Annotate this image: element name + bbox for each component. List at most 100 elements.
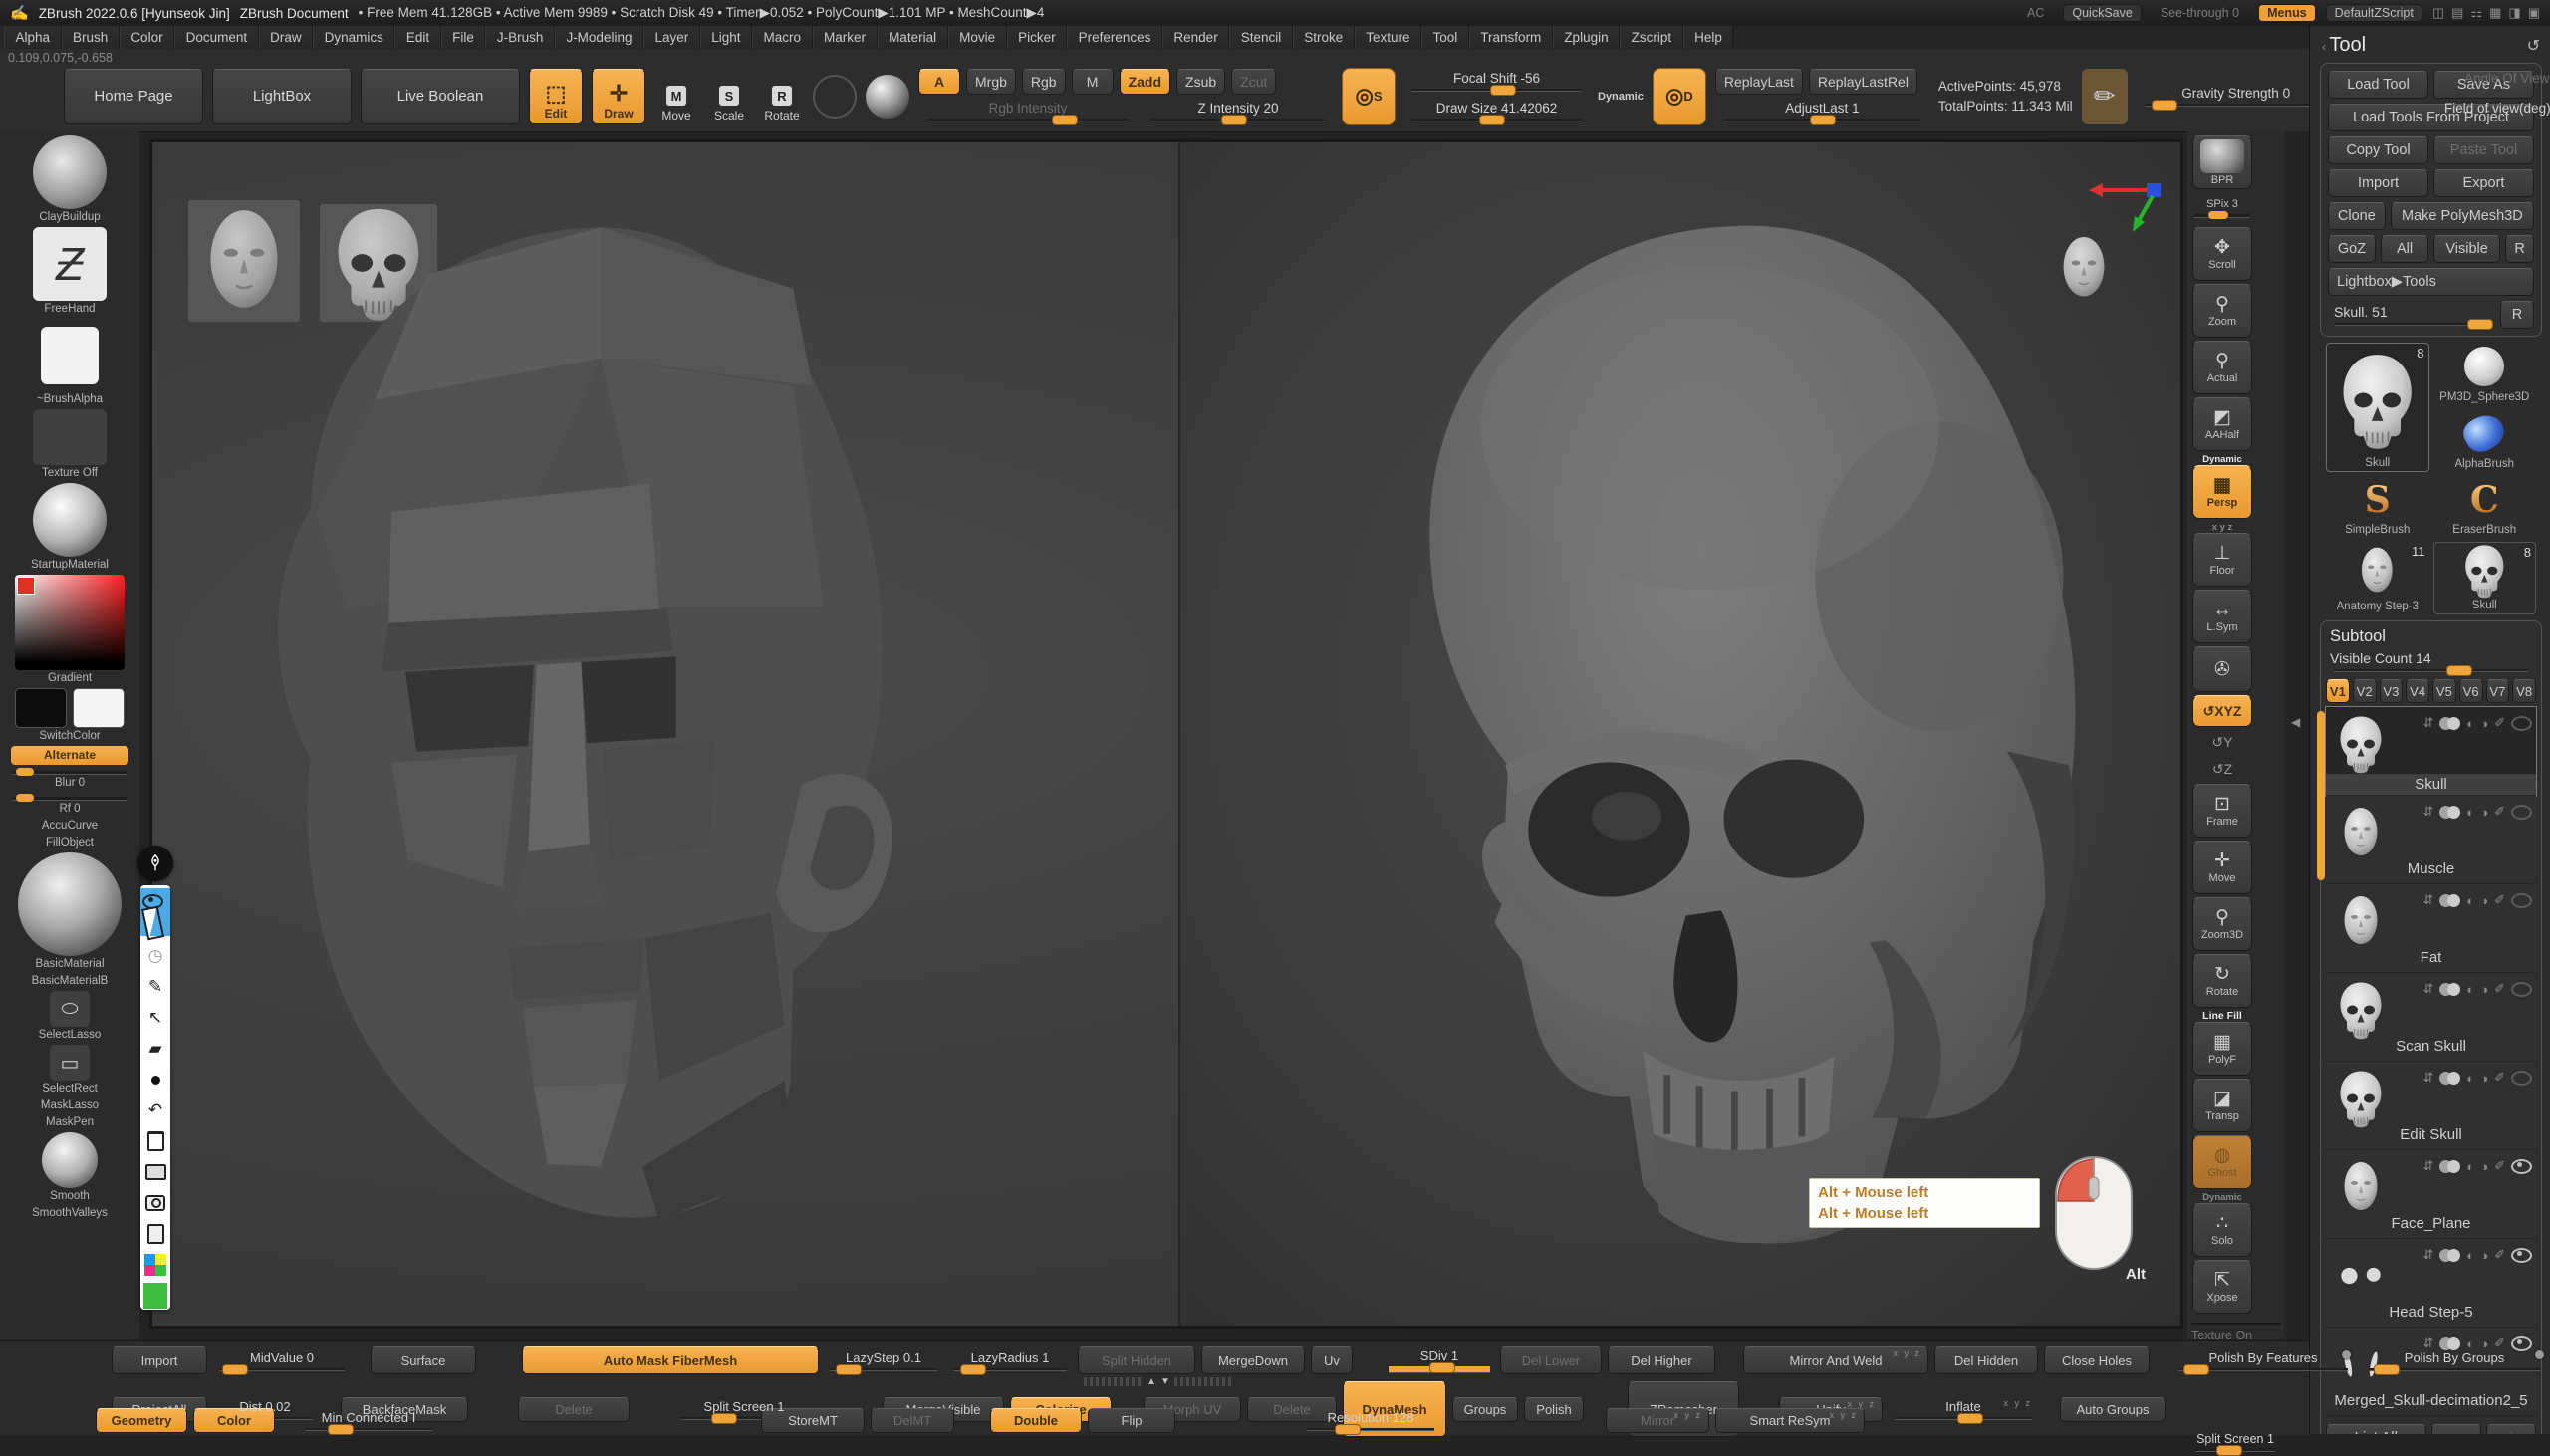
tool-thumbnail[interactable]: Ϲ EraserBrush: [2433, 476, 2537, 538]
channel-toggle[interactable]: Mrgb: [966, 69, 1016, 95]
flip-icon[interactable]: ⇵: [2422, 1247, 2433, 1263]
move-button[interactable]: M Move: [654, 67, 698, 125]
brush-icon[interactable]: ✐: [2494, 1247, 2505, 1263]
subtool-row[interactable]: ⇵ ◐ ◑ ✐ Edit Skull: [2326, 1062, 2536, 1150]
mirror-button[interactable]: x y zMirror: [1606, 1408, 1709, 1433]
tray-item[interactable]: FreeHand: [6, 227, 133, 317]
shelf-button[interactable]: ◍ Ghost: [2191, 1135, 2253, 1189]
subtool-row-icons[interactable]: ⇵ ◐ ◑ ✐: [2422, 804, 2532, 820]
stroke-icon[interactable]: ◎S: [1342, 68, 1396, 125]
eraser-tool-icon[interactable]: ▰: [143, 1038, 167, 1060]
home-page-button[interactable]: Home Page: [64, 69, 203, 124]
flip-icon[interactable]: ⇵: [2422, 804, 2433, 820]
default-zscript-button[interactable]: DefaultZScript: [2326, 4, 2422, 22]
tray-icon[interactable]: ⚏: [2470, 5, 2482, 21]
goz-all-button[interactable]: All: [2381, 235, 2428, 263]
tray-item[interactable]: SelectRect: [6, 1045, 133, 1096]
whiteboard-icon[interactable]: [143, 1161, 167, 1183]
menu-item[interactable]: Macro: [752, 26, 813, 49]
shelf-button[interactable]: ↺Y: [2191, 730, 2253, 754]
surface-button[interactable]: Surface: [371, 1346, 476, 1374]
tool-thumbnail[interactable]: AlphaBrush: [2433, 409, 2537, 472]
channel-toggle[interactable]: A: [918, 69, 960, 95]
tray-item[interactable]: SmoothValleys: [6, 1206, 133, 1221]
subtool-row-icons[interactable]: ⇵ ◐ ◑ ✐: [2422, 1158, 2532, 1174]
clone-button[interactable]: Clone: [2328, 202, 2386, 230]
shelf-button[interactable]: ◩ AAHalf: [2191, 397, 2253, 451]
subtool-row[interactable]: ⇵ ◐ ◑ ✐ Head Step-5: [2326, 1239, 2536, 1328]
gravity-pencil-icon[interactable]: ✏: [2082, 69, 2128, 124]
flip-icon[interactable]: ⇵: [2422, 981, 2433, 997]
channel-toggle[interactable]: Zsub: [1176, 69, 1225, 95]
shade-icon[interactable]: ◐: [2466, 982, 2474, 997]
quicksave-button[interactable]: QuickSave: [2063, 4, 2141, 22]
brush-icon[interactable]: ✐: [2494, 715, 2505, 731]
shelf-button[interactable]: BPR: [2191, 135, 2253, 189]
del-hidden-button[interactable]: Del Hidden: [1934, 1346, 2038, 1374]
current-material-icon[interactable]: [866, 75, 909, 119]
version-tab[interactable]: V5: [2432, 679, 2456, 703]
channel-toggle[interactable]: Zadd: [1120, 69, 1170, 95]
tray-item[interactable]: FillObject: [6, 836, 133, 850]
shelf-button[interactable]: ⚲ Zoom3D: [2191, 897, 2253, 951]
shelf-button[interactable]: Dynamic ∴ Solo: [2191, 1192, 2253, 1257]
rgb-intensity-slider[interactable]: Rgb Intensity: [918, 99, 1138, 124]
contrast-icon[interactable]: ◑: [2480, 1159, 2488, 1174]
del-lower-button[interactable]: Del Lower: [1500, 1346, 1602, 1374]
menu-item[interactable]: Picker: [1007, 26, 1068, 49]
menu-item[interactable]: Alpha: [4, 26, 62, 49]
contrast-icon[interactable]: ◑: [2480, 1071, 2488, 1086]
brush-size-dot-icon[interactable]: [143, 1069, 167, 1091]
shelf-button[interactable]: Dynamic ▦ Persp: [2191, 454, 2253, 519]
contrast-icon[interactable]: ◑: [2480, 982, 2488, 997]
export-button[interactable]: Export: [2433, 169, 2534, 197]
gravity-strength-slider[interactable]: Gravity Strength 0: [2137, 84, 2336, 110]
cursor-tool-icon[interactable]: [140, 912, 164, 934]
flip-icon[interactable]: ⇵: [2422, 1158, 2433, 1174]
tray-item[interactable]: BasicMaterial: [6, 852, 133, 972]
shelf-button[interactable]: ✥ Scroll: [2191, 227, 2253, 281]
polypaint-icon[interactable]: [2439, 717, 2460, 730]
rotate-button[interactable]: R Rotate: [760, 67, 804, 125]
shelf-button[interactable]: ↺Z: [2191, 757, 2253, 781]
tray-icon[interactable]: ▤: [2451, 5, 2463, 21]
z-intensity-slider[interactable]: Z Intensity 20: [1144, 99, 1333, 124]
contrast-icon[interactable]: ◑: [2480, 1248, 2488, 1263]
tray-item[interactable]: SwitchColor: [6, 688, 133, 744]
tool-thumbnail[interactable]: 8 Skull: [2326, 343, 2429, 472]
min-connected-slider[interactable]: Min Connected I: [299, 1408, 438, 1433]
shelf-button[interactable]: x y z ⊥ Floor: [2191, 522, 2253, 587]
copy-tool-button[interactable]: Copy Tool: [2328, 136, 2428, 164]
brush-icon[interactable]: ✐: [2494, 804, 2505, 820]
goz-visible-button[interactable]: Visible: [2433, 235, 2500, 263]
import-button[interactable]: Import: [112, 1346, 207, 1374]
menu-item[interactable]: Marker: [813, 26, 878, 49]
auto-mask-fibermesh-button[interactable]: Auto Mask FiberMesh: [522, 1346, 819, 1374]
replay-last-button[interactable]: ReplayLast: [1715, 69, 1803, 95]
visible-count-slider[interactable]: Visible Count 14: [2326, 648, 2536, 674]
scale-button[interactable]: S Scale: [707, 67, 751, 125]
menu-item[interactable]: Document: [174, 26, 259, 49]
flip-icon[interactable]: ⇵: [2422, 892, 2433, 908]
brush-icon[interactable]: ✐: [2494, 981, 2505, 997]
shelf-button[interactable]: ✇: [2191, 646, 2253, 692]
visibility-eye-icon[interactable]: [2511, 893, 2532, 908]
brush-icon[interactable]: ✐: [2494, 892, 2505, 908]
shelf-button[interactable]: ⊡ Frame: [2191, 784, 2253, 838]
see-through-slider[interactable]: See-through 0: [2152, 4, 2248, 22]
flip-icon[interactable]: ⇵: [2422, 715, 2433, 731]
version-tab[interactable]: V1: [2326, 679, 2350, 703]
menu-item[interactable]: Movie: [948, 26, 1007, 49]
tray-item[interactable]: Rf 0: [6, 793, 133, 817]
shelf-button[interactable]: ✛ Move: [2191, 841, 2253, 894]
shelf-button[interactable]: ⇱ Xpose: [2191, 1260, 2253, 1314]
subtool-row[interactable]: ⇵ ◐ ◑ ✐ Fat: [2326, 884, 2536, 973]
divider-arrow-icon[interactable]: ◀: [2291, 715, 2300, 729]
menu-item[interactable]: Brush: [62, 26, 120, 49]
menu-item[interactable]: Render: [1162, 26, 1229, 49]
close-holes-button[interactable]: Close Holes: [2044, 1346, 2150, 1374]
menus-toggle[interactable]: Menus: [2258, 4, 2316, 22]
split-screen-slider[interactable]: Split Screen 1: [2191, 1432, 2279, 1452]
double-button[interactable]: Double: [990, 1408, 1082, 1433]
menu-item[interactable]: Material: [878, 26, 948, 49]
